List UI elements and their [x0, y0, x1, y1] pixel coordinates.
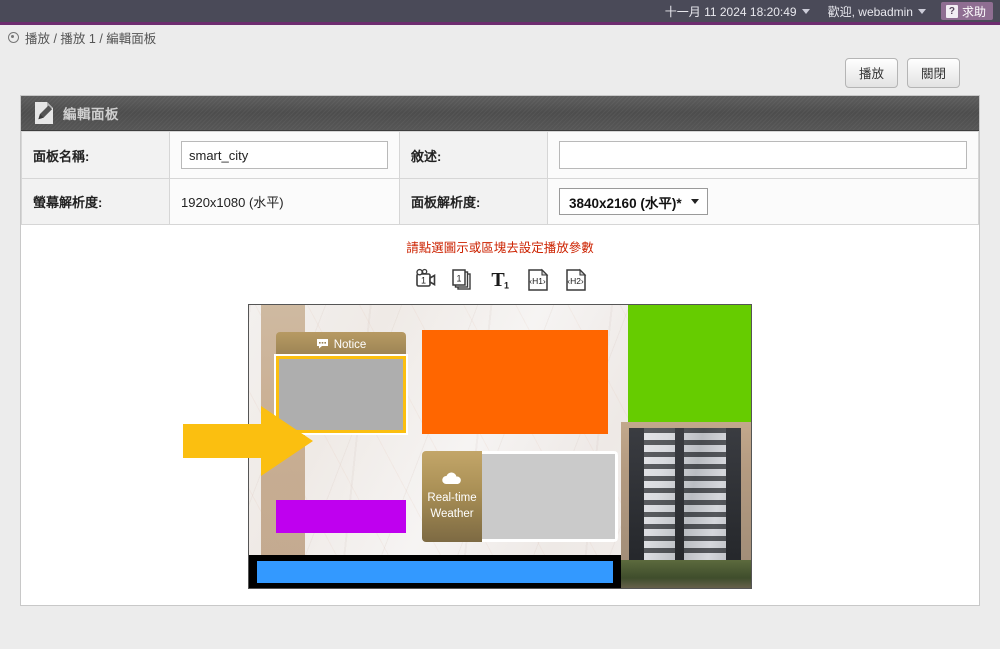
panel-name-label: 面板名稱: — [21, 131, 170, 179]
building-column — [675, 428, 684, 564]
play-button[interactable]: 播放 — [844, 58, 898, 88]
form-row-resolution: 螢幕解析度: 1920x1080 (水平) 面板解析度: 3840x2160 (… — [21, 178, 979, 225]
building-facade — [629, 428, 741, 564]
building-edge-right — [726, 428, 741, 564]
user-greeting-label: 歡迎, webadmin — [827, 4, 913, 19]
datetime-label: 十一月 11 2024 18:20:49 — [664, 4, 797, 19]
panel-resolution-label: 面板解析度: — [399, 178, 548, 225]
canvas-zone-magenta[interactable] — [276, 500, 406, 533]
help-label: 求助 — [961, 4, 986, 19]
weather-title-line1: Real-time — [427, 492, 477, 504]
panel-editor-area: 請點選圖示或區塊去設定播放參數 1 1 T 1 ‹H1› ‹H2› Notice… — [21, 225, 979, 605]
user-menu[interactable]: 歡迎, webadmin — [819, 0, 935, 22]
question-mark-icon: ? — [945, 4, 958, 18]
edit-panel: 編輯面板 面板名稱: 敘述: 螢幕解析度: 1920x1080 (水平) 面板解… — [20, 95, 980, 606]
svg-text:‹H1›: ‹H1› — [529, 276, 546, 286]
top-bar: 十一月 11 2024 18:20:49 歡迎, webadmin ? 求助 — [0, 0, 1000, 22]
notice-header: Notice — [276, 332, 406, 357]
canvas-zone-green[interactable] — [628, 305, 751, 423]
canvas-zone-notice[interactable]: Notice — [274, 332, 408, 435]
help-button[interactable]: ? 求助 — [940, 2, 993, 20]
cloud-icon — [440, 472, 464, 489]
building-edge-left — [629, 428, 644, 564]
notice-title: Notice — [333, 338, 367, 351]
document-h2-icon[interactable]: ‹H2› — [563, 267, 589, 293]
element-toolbar: 1 1 T 1 ‹H1› ‹H2› — [411, 267, 589, 293]
description-input[interactable] — [559, 141, 967, 169]
stacked-pages-1-icon[interactable]: 1 — [449, 267, 475, 293]
chevron-down-icon — [690, 199, 699, 204]
weather-title-line2: Weather — [430, 508, 474, 520]
canvas-zone-weather[interactable]: Real-time Weather — [422, 451, 618, 542]
panel-resolution-select[interactable]: 3840x2160 (水平)* — [559, 188, 708, 215]
chevron-down-icon — [917, 8, 926, 14]
datetime-menu[interactable]: 十一月 11 2024 18:20:49 — [656, 0, 819, 22]
panel-resolution-selected-value: 3840x2160 (水平)* — [569, 195, 682, 211]
breadcrumb-path[interactable]: 播放 / 播放 1 / 編輯面板 — [25, 28, 156, 47]
panel-name-input[interactable] — [181, 141, 388, 169]
target-icon[interactable] — [8, 32, 19, 43]
screen-resolution-label: 螢幕解析度: — [21, 178, 170, 225]
weather-label-strip: Real-time Weather — [422, 451, 482, 542]
editor-hint: 請點選圖示或區塊去設定播放參數 — [406, 241, 594, 255]
breadcrumb: 播放 / 播放 1 / 編輯面板 — [0, 25, 1000, 50]
svg-text:1: 1 — [504, 281, 509, 291]
close-button[interactable]: 關閉 — [906, 58, 960, 88]
svg-text:1: 1 — [456, 274, 461, 284]
canvas-zone-orange[interactable] — [422, 330, 608, 434]
building-floors — [629, 428, 741, 564]
panel-form: 面板名稱: 敘述: 螢幕解析度: 1920x1080 (水平) 面板解析度: 3… — [21, 131, 979, 225]
screen-resolution-value: 1920x1080 (水平) — [169, 178, 400, 225]
speech-bubble-icon — [316, 338, 329, 352]
document-pen-icon — [33, 101, 55, 125]
canvas-zone-building-photo[interactable] — [621, 422, 751, 588]
canvas-bottom-bar — [249, 555, 621, 588]
document-h1-icon[interactable]: ‹H1› — [525, 267, 551, 293]
weather-content-area[interactable] — [482, 451, 618, 542]
notice-content-selected[interactable] — [274, 354, 408, 435]
canvas-zone-blue[interactable] — [257, 560, 613, 583]
video-camera-1-icon[interactable]: 1 — [411, 267, 437, 293]
panel-title: 編輯面板 — [63, 107, 119, 122]
panel-header: 編輯面板 — [21, 96, 979, 131]
description-label: 敘述: — [399, 131, 548, 179]
building-ground — [621, 560, 751, 588]
form-row-name: 面板名稱: 敘述: — [21, 131, 979, 179]
action-button-row: 播放 關閉 — [0, 50, 1000, 95]
text-t1-icon[interactable]: T 1 — [487, 267, 513, 293]
chevron-down-icon — [801, 8, 810, 14]
svg-text:‹H2›: ‹H2› — [567, 276, 584, 286]
panel-layout-canvas[interactable]: Notice Real-time Weather — [248, 304, 752, 589]
svg-text:1: 1 — [421, 275, 426, 285]
